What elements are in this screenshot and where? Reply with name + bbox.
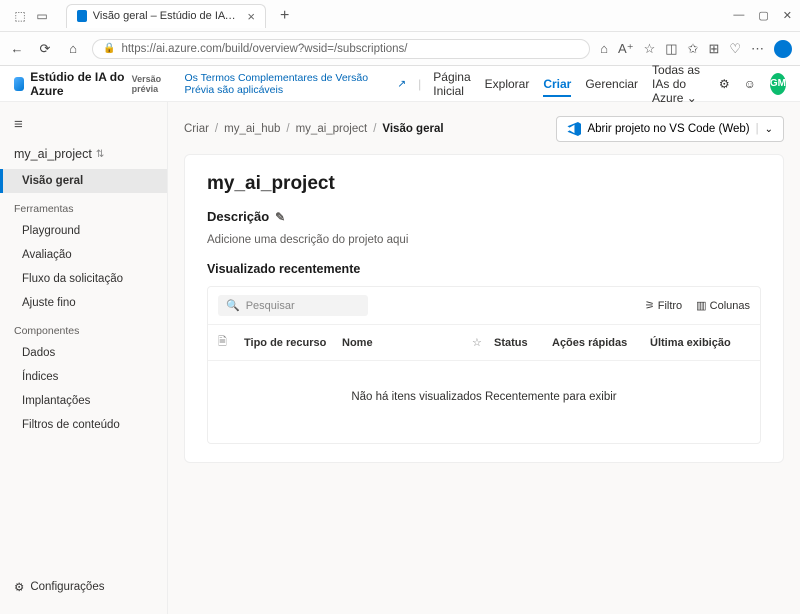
sidebar-item-indexes[interactable]: Índices — [0, 365, 167, 389]
shopping-icon[interactable]: ⌂ — [600, 41, 608, 56]
crumb-criar[interactable]: Criar — [184, 123, 209, 135]
gear-icon: ⚙ — [14, 580, 24, 594]
external-link-icon: ↗ — [397, 78, 406, 90]
nav-manage[interactable]: Gerenciar — [585, 77, 638, 91]
minimize-icon[interactable]: ― — [733, 9, 744, 22]
recently-viewed-label: Visualizado recentemente — [207, 262, 761, 276]
split-icon[interactable]: ◫ — [665, 41, 677, 57]
overview-card: my_ai_project Descrição ✎ Adicione uma d… — [184, 154, 784, 463]
sidebar: ≡ my_ai_project ⇅ Visão geral Ferramenta… — [0, 102, 168, 614]
window-icon: ⬚ — [12, 8, 28, 24]
sidebar-item-evaluation[interactable]: Avaliação — [0, 243, 167, 267]
empty-state: Não há itens visualizados Recentemente p… — [208, 360, 760, 443]
th-name[interactable]: Nome — [342, 337, 464, 349]
columns-button[interactable]: ▥ Colunas — [696, 299, 750, 312]
open-vscode-button[interactable]: Abrir projeto no VS Code (Web) | ⌄ — [556, 116, 784, 142]
favorite-icon[interactable]: ☆ — [644, 41, 656, 57]
crumb-hub[interactable]: my_ai_hub — [224, 123, 280, 135]
home-button[interactable]: ⌂ — [64, 41, 82, 56]
sidebar-item-playground[interactable]: Playground — [0, 219, 167, 243]
search-input[interactable]: 🔍 Pesquisar — [218, 295, 368, 316]
th-last-viewed[interactable]: Última exibição — [650, 337, 750, 349]
sidebar-section-tools: Ferramentas — [0, 193, 167, 219]
read-aloud-icon[interactable]: A⁺ — [618, 41, 634, 57]
collections-icon[interactable]: ♡ — [729, 41, 741, 57]
tab-title: Visão geral – Estúdio de IA do Azure — [93, 10, 238, 22]
tabs-icon[interactable]: ▭ — [34, 8, 50, 24]
sidebar-item-overview[interactable]: Visão geral — [0, 169, 167, 193]
edit-icon[interactable]: ✎ — [275, 210, 285, 224]
sidebar-item-deployments[interactable]: Implantações — [0, 389, 167, 413]
sidebar-item-data[interactable]: Dados — [0, 341, 167, 365]
favorites-bar-icon[interactable]: ✩ — [688, 41, 699, 57]
maximize-icon[interactable]: ▢ — [758, 9, 768, 22]
sidebar-item-fine-tuning[interactable]: Ajuste fino — [0, 291, 167, 315]
back-button[interactable]: ← — [8, 41, 26, 56]
sort-icon: ⇅ — [96, 149, 104, 160]
columns-icon: ▥ — [696, 300, 706, 312]
star-icon[interactable]: ☆ — [472, 336, 486, 349]
description-placeholder[interactable]: Adicione uma descrição do projeto aqui — [207, 234, 761, 246]
page-title: my_ai_project — [207, 173, 761, 195]
browser-titlebar: ⬚ ▭ Visão geral – Estúdio de IA do Azure… — [0, 0, 800, 32]
search-icon: 🔍 — [226, 299, 240, 312]
refresh-button[interactable]: ⟳ — [36, 41, 54, 57]
brand-icon — [14, 77, 24, 91]
brand[interactable]: Estúdio de IA do Azure Versão prévia — [14, 70, 174, 98]
gear-icon[interactable]: ⚙ — [719, 77, 730, 91]
new-tab-button[interactable]: + — [280, 7, 289, 25]
content-area: Criar / my_ai_hub / my_ai_project / Visã… — [168, 102, 800, 614]
filter-button[interactable]: ⚞ Filtro — [645, 299, 682, 312]
browser-address-bar: ← ⟳ ⌂ 🔒 https://ai.azure.com/build/overv… — [0, 32, 800, 66]
lock-icon: 🔒 — [103, 43, 115, 54]
breadcrumb: Criar / my_ai_hub / my_ai_project / Visã… — [184, 123, 444, 135]
more-icon[interactable]: ⋯ — [751, 41, 764, 57]
sidebar-toggle[interactable]: ≡ — [0, 112, 167, 137]
th-quick-actions[interactable]: Ações rápidas — [552, 337, 642, 349]
extensions-icon[interactable]: ⊞ — [708, 41, 719, 57]
sidebar-item-prompt-flow[interactable]: Fluxo da solicitação — [0, 267, 167, 291]
project-selector[interactable]: my_ai_project ⇅ — [0, 137, 167, 169]
sidebar-item-content-filters[interactable]: Filtros de conteúdo — [0, 413, 167, 437]
filter-icon: ⚞ — [645, 300, 655, 312]
nav-create[interactable]: Criar — [543, 77, 571, 97]
nav-all-ais[interactable]: Todas as IAs do Azure ⌄ — [652, 63, 705, 105]
sidebar-settings[interactable]: ⚙ Configurações — [0, 570, 167, 604]
feedback-icon[interactable]: ☺ — [744, 77, 756, 91]
avatar[interactable]: GM — [770, 73, 786, 95]
chevron-down-icon: ⌄ — [765, 124, 773, 135]
crumb-current: Visão geral — [382, 123, 443, 135]
preview-tag: Versão prévia — [132, 74, 175, 94]
app-header: Estúdio de IA do Azure Versão prévia Os … — [0, 66, 800, 102]
crumb-project[interactable]: my_ai_project — [296, 123, 368, 135]
brand-text: Estúdio de IA do Azure — [30, 70, 125, 98]
th-resource-type[interactable]: Tipo de recurso — [244, 337, 334, 349]
terms-link[interactable]: Os Termos Complementares de Versão Prévi… — [184, 72, 406, 96]
browser-tab[interactable]: Visão geral – Estúdio de IA do Azure × — [66, 4, 266, 28]
description-label: Descrição ✎ — [207, 209, 761, 224]
file-icon: 🗎 — [218, 333, 236, 352]
table-header-row: 🗎 Tipo de recurso Nome ☆ Status Ações rá… — [208, 324, 760, 360]
url-input[interactable]: 🔒 https://ai.azure.com/build/overview?ws… — [92, 39, 590, 59]
browser-profile-icon[interactable] — [774, 40, 792, 58]
nav-explore[interactable]: Explorar — [485, 77, 530, 91]
close-window-icon[interactable]: ✕ — [783, 9, 792, 22]
th-status[interactable]: Status — [494, 337, 544, 349]
tab-close-icon[interactable]: × — [247, 9, 255, 24]
sidebar-section-components: Componentes — [0, 315, 167, 341]
tab-favicon — [77, 10, 87, 22]
nav-home[interactable]: Página Inicial — [433, 70, 470, 98]
url-text: https://ai.azure.com/build/overview?wsid… — [121, 43, 407, 55]
vscode-icon — [567, 122, 581, 136]
recent-table: 🔍 Pesquisar ⚞ Filtro ▥ Colunas 🗎 Tipo de… — [207, 286, 761, 444]
